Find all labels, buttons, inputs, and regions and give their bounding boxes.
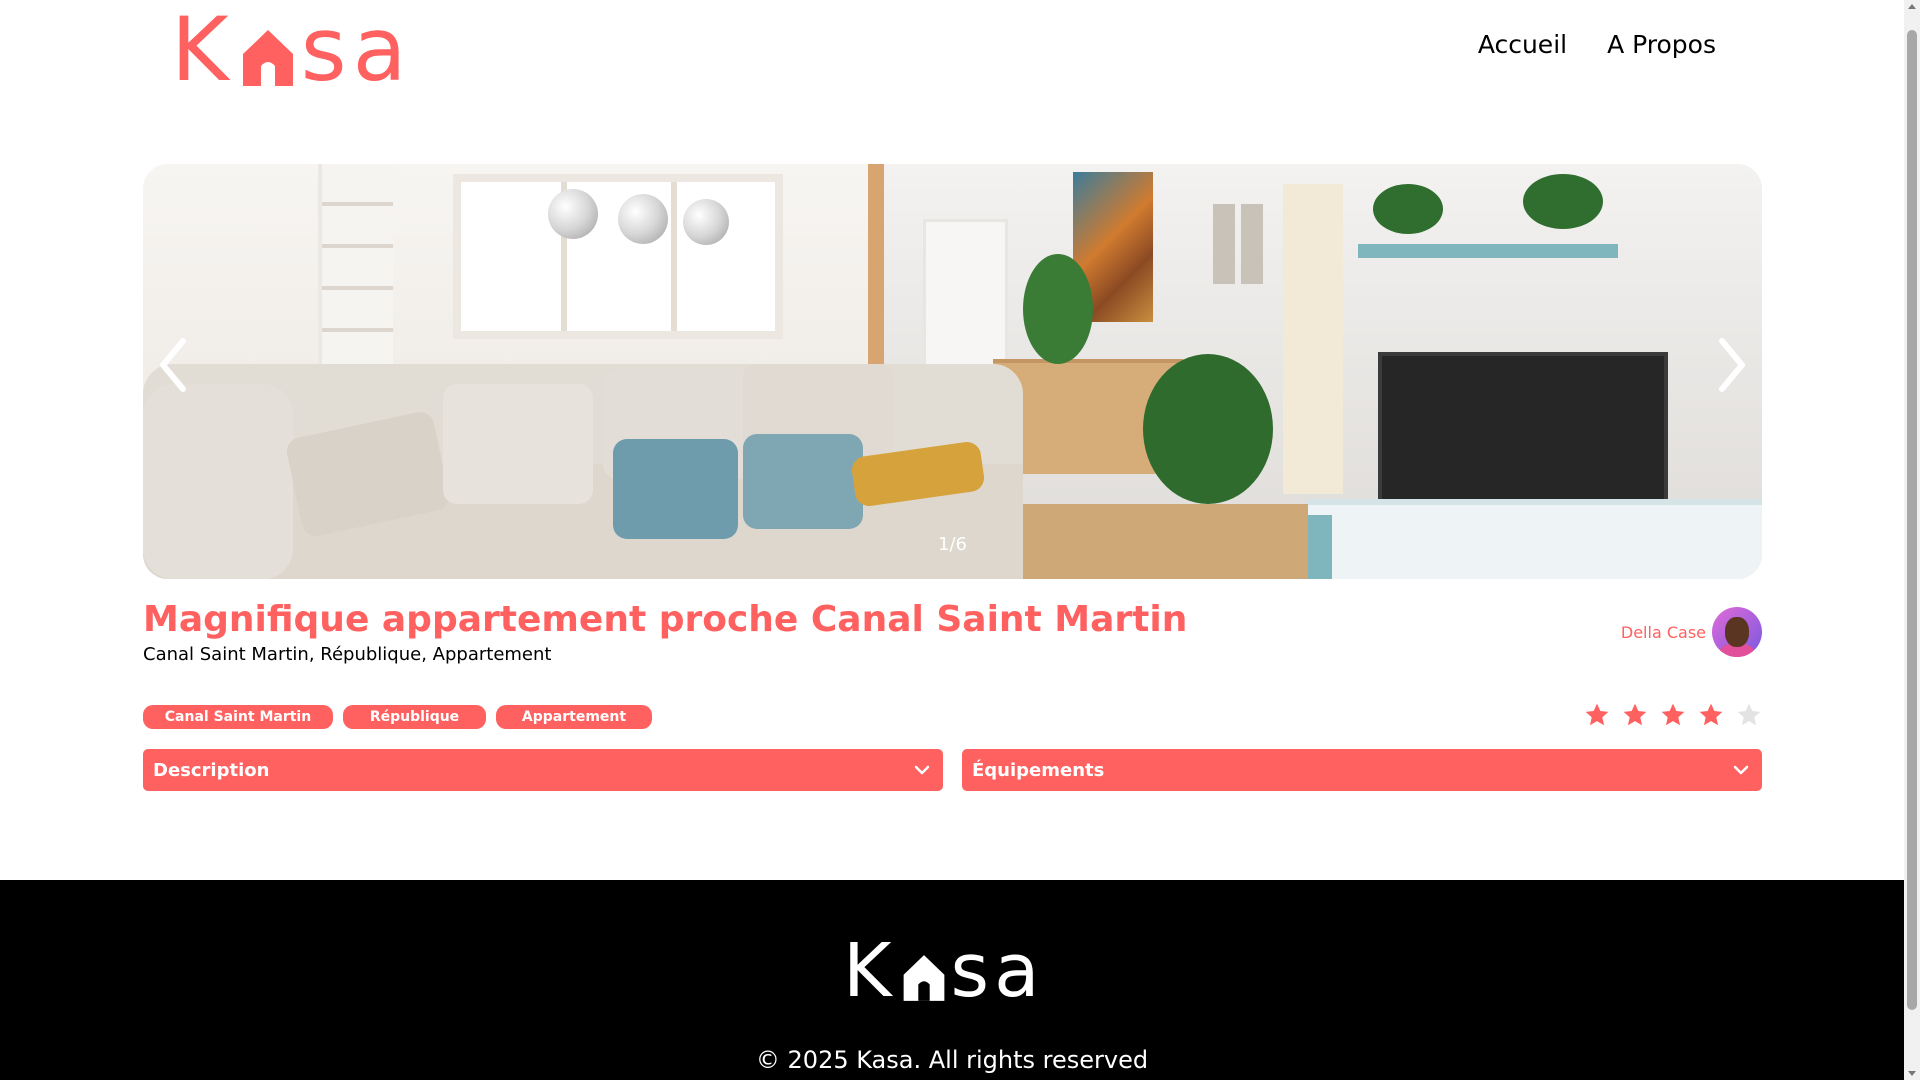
star-filled-icon (1661, 703, 1685, 726)
chevron-left-icon[interactable] (153, 335, 193, 395)
logo-letters-sa: sa (300, 0, 413, 101)
copyright-text: © 2025 Kasa. All rights reserved (755, 1046, 1149, 1074)
tag-list: Canal Saint Martin République Appartemen… (143, 705, 652, 729)
host-name: Della Case (1620, 622, 1706, 642)
tag: République (343, 705, 486, 729)
tag: Appartement (496, 705, 652, 729)
equipment-collapse[interactable]: Équipements (962, 749, 1762, 791)
kasa-logo[interactable]: K sa (171, 6, 413, 94)
collapse-label: Équipements (972, 759, 1105, 781)
star-empty-icon (1737, 703, 1761, 726)
star-filled-icon (1585, 703, 1609, 726)
photo-carousel: 1/6 (143, 164, 1762, 579)
listing-title: Magnifique appartement proche Canal Sain… (143, 599, 1188, 640)
site-header: K sa Accueil A Propos (0, 0, 1904, 140)
nav-link-accueil[interactable]: Accueil (1478, 30, 1567, 59)
listing-location: Canal Saint Martin, République, Appartem… (143, 644, 552, 665)
description-collapse[interactable]: Description (143, 749, 943, 791)
scroll-thumb[interactable] (1907, 30, 1917, 1010)
scroll-up-arrow-icon[interactable] (1908, 4, 1916, 9)
rating-stars (1584, 702, 1762, 728)
main-nav: Accueil A Propos (1478, 30, 1716, 59)
collapse-label: Description (153, 759, 270, 781)
page-scrollbar[interactable] (1904, 0, 1920, 1080)
logo-letter-k: K (171, 0, 235, 101)
nav-link-a-propos[interactable]: A Propos (1607, 30, 1716, 59)
star-filled-icon (1699, 703, 1723, 726)
host-avatar (1712, 607, 1762, 657)
star-filled-icon (1623, 703, 1647, 726)
logo-letters-sa: sa (950, 928, 1045, 1014)
scroll-down-arrow-icon[interactable] (1908, 1071, 1916, 1076)
logo-letter-k: K (843, 928, 897, 1014)
apartment-photo (143, 164, 1762, 579)
chevron-down-icon[interactable] (1732, 761, 1750, 779)
host-info: Della Case (1621, 607, 1762, 657)
site-footer: K sa © 2025 Kasa. All rights reserved (0, 880, 1904, 1080)
chevron-right-icon[interactable] (1712, 335, 1752, 395)
chevron-down-icon[interactable] (913, 761, 931, 779)
house-icon (903, 955, 944, 1001)
footer-logo: K sa (843, 934, 1044, 1008)
tag: Canal Saint Martin (143, 705, 333, 729)
carousel-counter: 1/6 (938, 534, 967, 555)
house-icon (242, 30, 293, 86)
